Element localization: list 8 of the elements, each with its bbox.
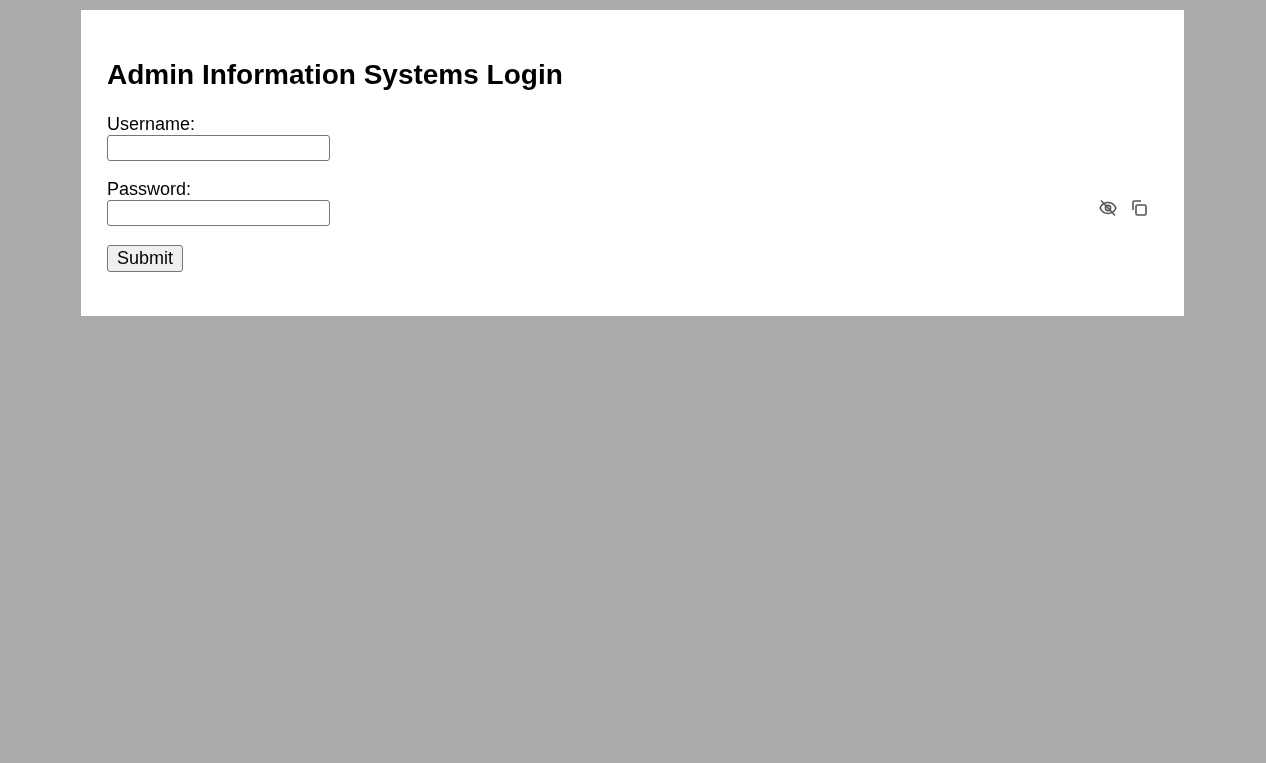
page-title: Admin Information Systems Login [107, 58, 564, 92]
submit-button[interactable]: Submit [107, 245, 184, 272]
password-field[interactable] [107, 200, 330, 226]
username-field[interactable] [107, 135, 330, 161]
field-label: Password: [107, 179, 193, 200]
field-label: Username: [107, 114, 197, 135]
copy-icon[interactable] [1130, 198, 1148, 217]
eye-slash-icon[interactable] [1098, 198, 1118, 217]
